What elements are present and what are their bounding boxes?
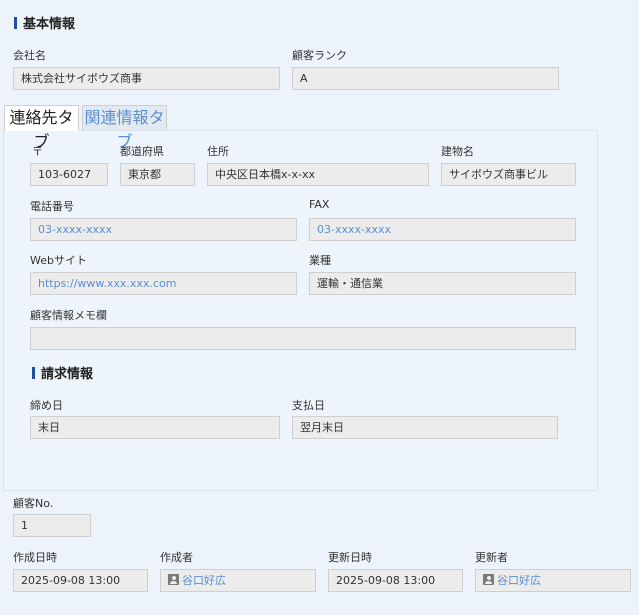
address-label: 住所 [207, 145, 229, 158]
creator-field: 谷口好広 [160, 569, 316, 592]
closing-day-field[interactable]: 末日 [30, 416, 280, 439]
prefecture-label: 都道府県 [120, 145, 164, 158]
industry-field[interactable]: 運輸・通信業 [309, 272, 576, 295]
updated-at-field: 2025-09-08 13:00 [328, 569, 463, 592]
memo-label: 顧客情報メモ欄 [30, 309, 107, 322]
payment-day-label: 支払日 [292, 399, 325, 412]
customer-no-field[interactable]: 1 [13, 514, 91, 537]
website-field[interactable]: https://www.xxx.xxx.com [30, 272, 297, 295]
payment-day-field[interactable]: 翌月末日 [292, 416, 558, 439]
heading-bar [32, 366, 35, 379]
phone-label: 電話番号 [30, 200, 74, 213]
fax-label: FAX [309, 198, 330, 211]
created-at-label: 作成日時 [13, 551, 57, 564]
industry-label: 業種 [309, 254, 331, 267]
memo-field[interactable] [30, 327, 576, 350]
closing-day-label: 締め日 [30, 399, 63, 412]
company-name-label: 会社名 [13, 49, 46, 62]
user-icon [168, 574, 179, 585]
basic-info-heading: 基本情報 [14, 13, 75, 32]
prefecture-field[interactable]: 東京都 [120, 163, 195, 186]
heading-bar [14, 16, 17, 29]
billing-title: 請求情報 [41, 367, 94, 382]
zip-label: 〒 [32, 145, 43, 158]
billing-heading: 請求情報 [32, 363, 93, 382]
updated-at-label: 更新日時 [328, 551, 372, 564]
tab-related-info[interactable]: 関連情報タブ [82, 105, 167, 151]
phone-field[interactable]: 03-xxxx-xxxx [30, 218, 297, 241]
user-icon [483, 574, 494, 585]
customer-rank-field[interactable]: A [292, 67, 559, 90]
fax-field[interactable]: 03-xxxx-xxxx [309, 218, 576, 241]
customer-no-label: 顧客No. [13, 497, 54, 510]
updater-field: 谷口好広 [475, 569, 631, 592]
address-field[interactable]: 中央区日本橋x-x-xx [207, 163, 429, 186]
building-field[interactable]: サイボウズ商事ビル [441, 163, 576, 186]
website-label: Webサイト [30, 254, 87, 267]
basic-info-title: 基本情報 [23, 17, 76, 32]
creator-label: 作成者 [160, 551, 193, 564]
tab-contact[interactable]: 連絡先タブ [4, 105, 79, 151]
updater-label: 更新者 [475, 551, 508, 564]
building-label: 建物名 [441, 145, 474, 158]
zip-field[interactable]: 103-6027 [30, 163, 108, 186]
customer-rank-label: 顧客ランク [292, 49, 347, 62]
created-at-field: 2025-09-08 13:00 [13, 569, 148, 592]
company-name-field[interactable]: 株式会社サイボウズ商事 [13, 67, 280, 90]
creator-link[interactable]: 谷口好広 [182, 574, 226, 587]
updater-link[interactable]: 谷口好広 [497, 574, 541, 587]
